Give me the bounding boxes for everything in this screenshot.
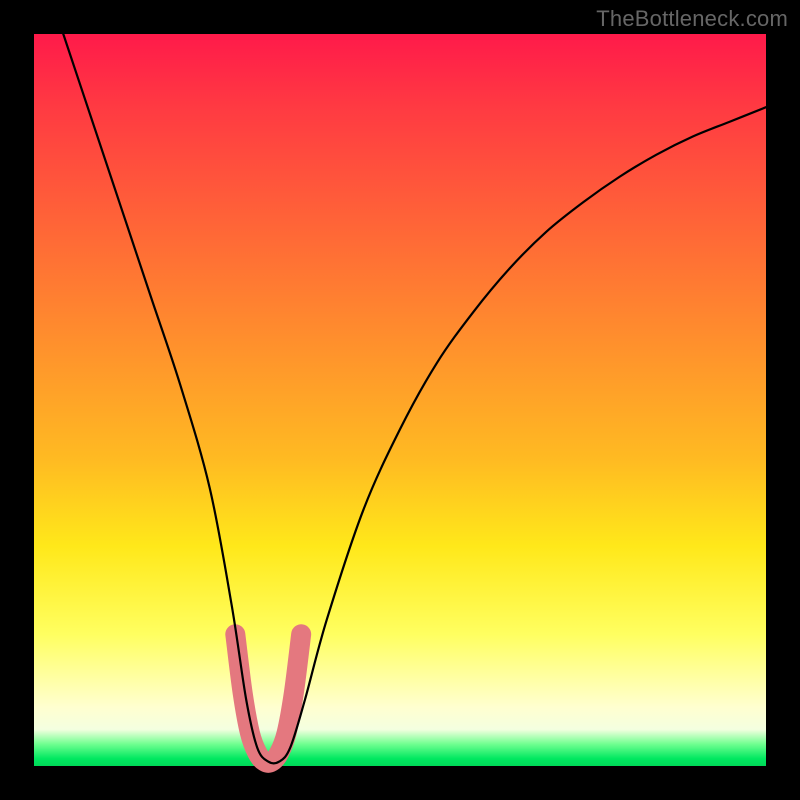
bottleneck-curve bbox=[63, 34, 766, 763]
watermark-text: TheBottleneck.com bbox=[596, 6, 788, 32]
chart-frame: TheBottleneck.com bbox=[0, 0, 800, 800]
curve-layer bbox=[34, 34, 766, 766]
plot-area bbox=[34, 34, 766, 766]
